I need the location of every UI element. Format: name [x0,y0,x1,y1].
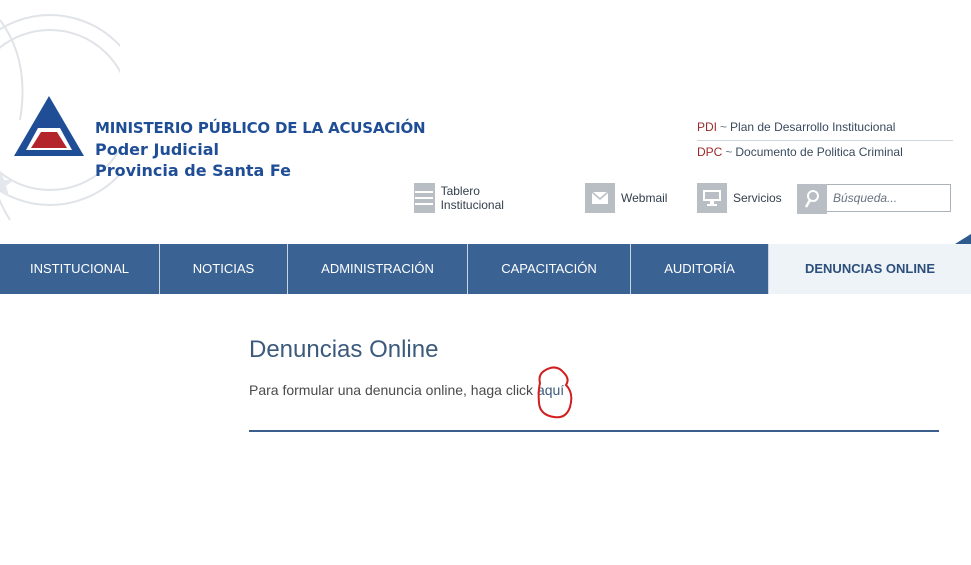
nav-item-administracion[interactable]: ADMINISTRACIÓN [288,244,468,294]
content-paragraph: Para formular una denuncia online, haga … [249,382,564,398]
monitor-icon [697,183,727,213]
envelope-icon [585,183,615,213]
header: MINISTERIO PÚBLICO DE LA ACUSACIÓN Poder… [0,0,971,244]
brand-line-1: MINISTERIO PÚBLICO DE LA ACUSACIÓN [95,119,426,137]
menu-lines-icon [414,183,435,213]
quick-link-pdi[interactable]: PDI ~ Plan de Desarrollo Institucional [697,118,953,141]
servicios-button[interactable]: Servicios [697,183,782,213]
search-input[interactable] [827,184,951,212]
quick-link-label: Plan de Desarrollo Institucional [730,120,896,134]
content-divider [249,430,939,432]
search-box [797,184,953,214]
page-title: Denuncias Online [249,336,439,363]
brand-line-2: Poder Judicial [95,140,220,159]
content-text: Para formular una denuncia online, haga … [249,382,534,398]
quick-link-code: PDI [697,120,718,134]
nav-item-noticias[interactable]: NOTICIAS [160,244,288,294]
corner-fold-decoration [955,234,971,244]
nav-item-auditoria[interactable]: AUDITORÍA [631,244,769,294]
quick-link-label: Documento de Politica Criminal [735,145,903,159]
quick-link-separator: ~ [720,120,728,134]
search-icon[interactable] [797,184,827,214]
servicios-label: Servicios [733,191,782,205]
brand-name: MINISTERIO PÚBLICO DE LA ACUSACIÓN Poder… [95,118,426,181]
logo-icon [14,96,84,156]
quick-link-code: DPC [697,145,723,159]
nav-item-institucional[interactable]: INSTITUCIONAL [0,244,160,294]
highlight-circle-annotation [537,366,573,419]
brand-line-3: Provincia de Santa Fe [95,161,291,180]
nav-item-capacitacion[interactable]: CAPACITACIÓN [468,244,631,294]
webmail-button[interactable]: Webmail [585,183,667,213]
tablero-label: Tablero Institucional [440,184,504,212]
main-nav: INSTITUCIONAL NOTICIAS ADMINISTRACIÓN CA… [0,244,971,294]
quick-link-separator: ~ [725,145,733,159]
quick-link-dpc[interactable]: DPC ~ Documento de Politica Criminal [697,141,953,165]
nav-item-denuncias-online[interactable]: DENUNCIAS ONLINE [769,244,971,294]
quick-links: PDI ~ Plan de Desarrollo Institucional DPC… [697,118,953,165]
webmail-label: Webmail [621,191,668,205]
page: MINISTERIO PÚBLICO DE LA ACUSACIÓN Poder… [0,0,971,565]
tablero-institucional-button[interactable]: Tablero Institucional [414,183,513,213]
